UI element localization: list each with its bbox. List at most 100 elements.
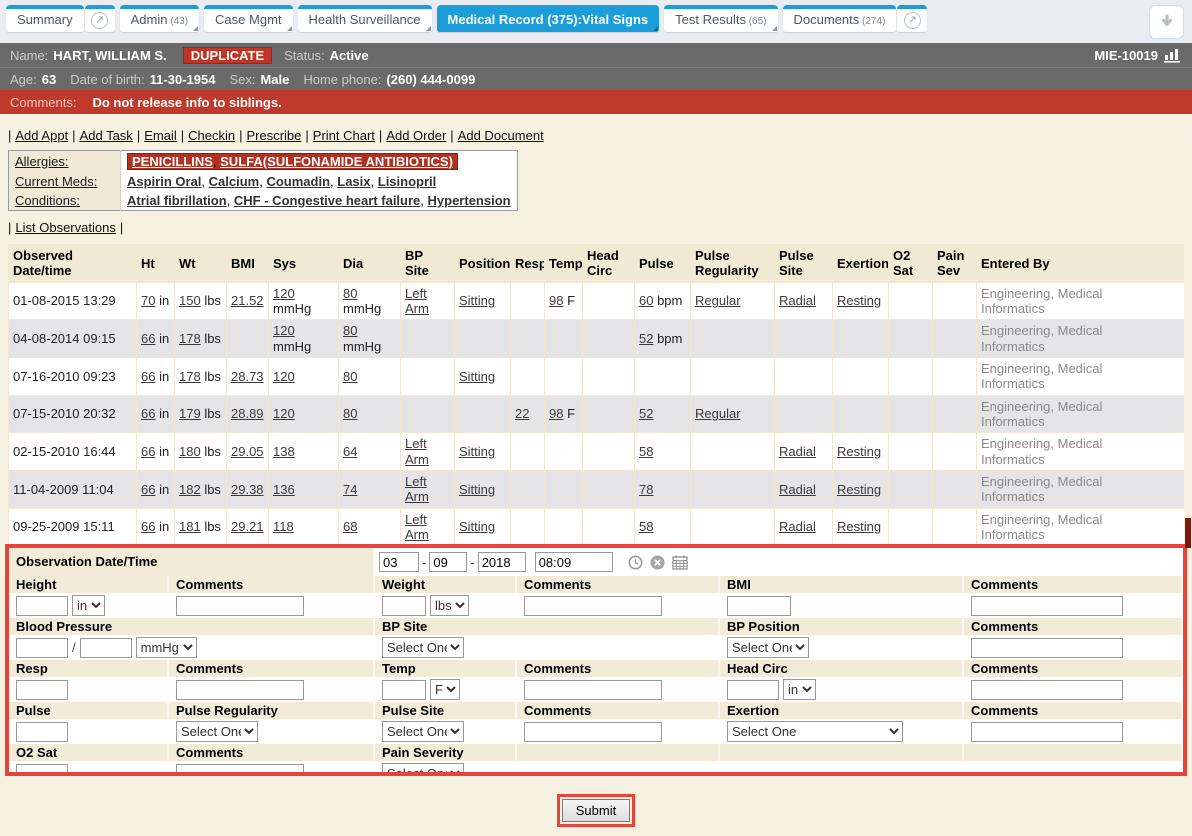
- obs-value-link[interactable]: 52: [639, 331, 653, 346]
- obs-value-link[interactable]: 66: [141, 331, 155, 346]
- obs-value-link[interactable]: 58: [639, 519, 653, 534]
- tab-health-surveillance[interactable]: Health Surveillance: [298, 5, 432, 32]
- summary-item-link[interactable]: Atrial fibrillation: [127, 193, 227, 208]
- summary-item-link[interactable]: Aspirin Oral: [127, 174, 201, 189]
- obs-value-link[interactable]: 29.21: [231, 519, 264, 534]
- head-circ-comments-input[interactable]: [971, 680, 1123, 700]
- obs-value-link[interactable]: 28.73: [231, 369, 264, 384]
- bp-position-select[interactable]: Select One: [727, 637, 809, 658]
- obs-value-link[interactable]: 120: [273, 323, 295, 338]
- obs-value-link[interactable]: 178: [179, 331, 201, 346]
- obs-value-link[interactable]: 98: [549, 406, 563, 421]
- obs-time-input[interactable]: [535, 552, 613, 572]
- obs-value-link[interactable]: 28.89: [231, 406, 264, 421]
- obs-value-link[interactable]: 68: [343, 519, 357, 534]
- temp-unit-select[interactable]: F: [430, 679, 460, 700]
- pain-severity-select[interactable]: Select One: [382, 763, 464, 776]
- temp-input[interactable]: [382, 680, 426, 700]
- obs-value-link[interactable]: 66: [141, 406, 155, 421]
- bp-site-select[interactable]: Select One: [382, 637, 464, 658]
- summary-label-link[interactable]: Allergies:: [15, 154, 68, 169]
- obs-value-link[interactable]: Sitting: [459, 519, 495, 534]
- obs-value-link[interactable]: 70: [141, 293, 155, 308]
- summary-label-link[interactable]: Conditions:: [15, 193, 80, 208]
- action-link-add-appt[interactable]: Add Appt: [15, 128, 68, 143]
- obs-value-link[interactable]: Left Arm: [405, 474, 429, 504]
- clock-icon[interactable]: [628, 555, 643, 570]
- obs-value-link[interactable]: Radial: [779, 444, 816, 459]
- calendar-icon[interactable]: [672, 555, 688, 570]
- open-new-window-button[interactable]: ↗: [897, 5, 927, 32]
- obs-value-link[interactable]: 64: [343, 444, 357, 459]
- tab-documents[interactable]: Documents (274): [783, 5, 897, 32]
- obs-date-month-input[interactable]: [379, 552, 419, 572]
- obs-value-link[interactable]: 181: [179, 519, 201, 534]
- bp-systolic-input[interactable]: [16, 638, 68, 658]
- obs-value-link[interactable]: 120: [273, 286, 295, 301]
- list-observations-link[interactable]: List Observations: [15, 220, 115, 235]
- obs-value-link[interactable]: Regular: [695, 293, 741, 308]
- summary-item-link[interactable]: CHF - Congestive heart failure: [234, 193, 420, 208]
- weight-input[interactable]: [382, 596, 426, 616]
- obs-value-link[interactable]: 136: [273, 482, 295, 497]
- obs-value-link[interactable]: 52: [639, 406, 653, 421]
- obs-value-link[interactable]: 179: [179, 406, 201, 421]
- obs-value-link[interactable]: 182: [179, 482, 201, 497]
- exertion-comments-input[interactable]: [971, 722, 1123, 742]
- obs-value-link[interactable]: 80: [343, 286, 357, 301]
- height-unit-select[interactable]: in: [72, 595, 105, 616]
- tab-medical-record-375-vital-signs[interactable]: Medical Record (375):Vital Signs: [437, 5, 660, 32]
- bmi-comments-input[interactable]: [971, 596, 1123, 616]
- obs-value-link[interactable]: 29.38: [231, 482, 264, 497]
- action-link-print-chart[interactable]: Print Chart: [313, 128, 375, 143]
- bp-unit-select[interactable]: mmHg: [136, 637, 197, 658]
- obs-value-link[interactable]: 21.52: [231, 293, 264, 308]
- obs-value-link[interactable]: Resting: [837, 444, 881, 459]
- obs-value-link[interactable]: 29.05: [231, 444, 264, 459]
- obs-value-link[interactable]: Sitting: [459, 293, 495, 308]
- height-input[interactable]: [16, 596, 68, 616]
- bp-comments-input[interactable]: [971, 638, 1123, 658]
- bmi-input[interactable]: [727, 596, 791, 616]
- obs-value-link[interactable]: 22: [515, 406, 529, 421]
- obs-value-link[interactable]: 120: [273, 406, 295, 421]
- pulse-site-select[interactable]: Select One: [382, 721, 464, 742]
- table-scrollbar-thumb[interactable]: [1185, 518, 1191, 548]
- obs-value-link[interactable]: 80: [343, 406, 357, 421]
- obs-value-link[interactable]: 66: [141, 369, 155, 384]
- obs-value-link[interactable]: 150: [179, 293, 201, 308]
- obs-value-link[interactable]: 66: [141, 482, 155, 497]
- submit-button[interactable]: Submit: [562, 799, 630, 822]
- obs-value-link[interactable]: 66: [141, 444, 155, 459]
- obs-value-link[interactable]: 78: [639, 482, 653, 497]
- obs-value-link[interactable]: 120: [273, 369, 295, 384]
- pulse-input[interactable]: [16, 722, 68, 742]
- resp-comments-input[interactable]: [176, 680, 304, 700]
- obs-value-link[interactable]: 98: [549, 293, 563, 308]
- clear-date-icon[interactable]: [650, 555, 665, 570]
- head-circ-input[interactable]: [727, 680, 779, 700]
- summary-item-link[interactable]: PENICILLINS: [132, 154, 213, 169]
- bp-diastolic-input[interactable]: [80, 638, 132, 658]
- obs-value-link[interactable]: 138: [273, 444, 295, 459]
- o2-sat-comments-input[interactable]: [176, 764, 304, 777]
- obs-value-link[interactable]: 118: [273, 519, 294, 534]
- obs-value-link[interactable]: Resting: [837, 482, 881, 497]
- obs-value-link[interactable]: Radial: [779, 293, 816, 308]
- obs-value-link[interactable]: Left Arm: [405, 512, 429, 542]
- action-link-add-order[interactable]: Add Order: [386, 128, 446, 143]
- bar-chart-icon[interactable]: [1164, 48, 1182, 63]
- obs-value-link[interactable]: Sitting: [459, 444, 495, 459]
- obs-value-link[interactable]: 74: [343, 482, 357, 497]
- obs-value-link[interactable]: Left Arm: [405, 436, 429, 466]
- obs-value-link[interactable]: Regular: [695, 406, 741, 421]
- obs-value-link[interactable]: Radial: [779, 482, 816, 497]
- obs-value-link[interactable]: 180: [179, 444, 201, 459]
- summary-item-link[interactable]: Lasix: [337, 174, 370, 189]
- weight-unit-select[interactable]: lbs: [430, 595, 469, 616]
- obs-date-day-input[interactable]: [429, 552, 467, 572]
- summary-item-link[interactable]: SULFA(SULFONAMIDE ANTIBIOTICS): [220, 154, 453, 169]
- tab-test-results[interactable]: Test Results (65): [664, 5, 777, 32]
- summary-item-link[interactable]: Calcium: [209, 174, 260, 189]
- obs-value-link[interactable]: Radial: [779, 519, 816, 534]
